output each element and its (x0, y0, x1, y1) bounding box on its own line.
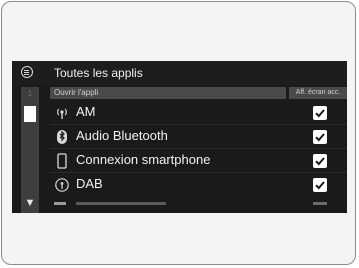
home-display-checkbox[interactable] (313, 178, 327, 192)
list-item-smartphone-connection[interactable]: Connexion smartphone (50, 149, 347, 173)
list-item-label: DAB (76, 176, 103, 191)
list-item-dab[interactable]: DAB (50, 173, 347, 197)
menu-icon[interactable] (21, 66, 33, 78)
home-display-checkbox[interactable] (313, 202, 327, 205)
bluetooth-icon (54, 129, 70, 145)
home-display-checkbox[interactable] (313, 154, 327, 168)
scrollbar[interactable]: 1 ▼ (21, 87, 39, 213)
column-header-open-app: Ouvrir l'appli (50, 87, 286, 99)
scroll-thumb[interactable] (24, 106, 36, 122)
home-display-checkbox[interactable] (313, 130, 327, 144)
page-title: Toutes les applis (54, 66, 143, 80)
list-item-label: Audio Bluetooth (76, 128, 168, 143)
list-item-label: Connexion smartphone (76, 152, 211, 167)
list-item-audio-bluetooth[interactable]: Audio Bluetooth (50, 125, 347, 149)
header-bar: Toutes les applis (12, 61, 347, 85)
list-item-label: AM (76, 104, 96, 119)
column-header-home-display: Aff. écran acc. (289, 87, 347, 99)
home-display-checkbox[interactable] (313, 106, 327, 120)
list-item-partial-label (76, 202, 166, 205)
scroll-down-icon[interactable]: ▼ (21, 195, 39, 211)
page-indicator: 1 (27, 89, 33, 98)
infotainment-screen: Toutes les applis Ouvrir l'appli Aff. éc… (12, 61, 347, 213)
list-item-partial[interactable] (50, 199, 347, 213)
list-item-am[interactable]: AM (50, 101, 347, 125)
dab-radio-icon (54, 177, 70, 193)
smartphone-icon (54, 153, 70, 169)
radio-antenna-icon (54, 105, 70, 121)
list-item-partial-icon (54, 202, 66, 205)
